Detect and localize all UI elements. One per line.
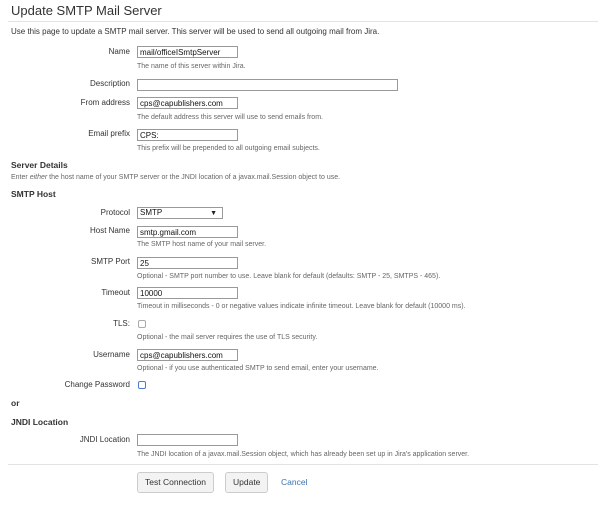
smtp-host-heading: SMTP Host [11, 189, 56, 199]
page-intro: Use this page to update a SMTP mail serv… [11, 27, 380, 36]
server-details-heading: Server Details [11, 160, 68, 170]
smtp-port-input[interactable] [137, 257, 238, 269]
name-label: Name [108, 47, 130, 56]
from-address-label: From address [80, 98, 130, 107]
title-divider [8, 21, 598, 22]
tls-checkbox[interactable] [138, 320, 146, 328]
description-input[interactable] [137, 79, 398, 91]
jndi-location-input[interactable] [137, 434, 238, 446]
email-prefix-description: This prefix will be prepended to all out… [137, 145, 320, 152]
from-address-input[interactable] [137, 97, 238, 109]
username-description: Optional - if you use authenticated SMTP… [137, 365, 379, 372]
tls-description: Optional - the mail server requires the … [137, 334, 318, 341]
protocol-label: Protocol [100, 208, 130, 217]
jndi-location-label: JNDI Location [79, 435, 130, 444]
either-emphasis: either [29, 174, 48, 181]
timeout-input[interactable] [137, 287, 238, 299]
username-input[interactable] [137, 349, 238, 361]
name-description: The name of this server within Jira. [137, 63, 246, 70]
tls-label: TLS: [113, 319, 130, 328]
cancel-link[interactable]: Cancel [281, 472, 307, 493]
protocol-selected-value: SMTP [140, 208, 163, 217]
from-address-description: The default address this server will use… [137, 114, 323, 121]
timeout-description: Timeout in milliseconds - 0 or negative … [137, 303, 466, 310]
or-separator: or [11, 398, 20, 408]
smtp-port-description: Optional - SMTP port number to use. Leav… [137, 273, 441, 280]
description-label: Description [89, 79, 130, 88]
update-button[interactable]: Update [225, 472, 269, 493]
host-name-label: Host Name [89, 226, 130, 235]
email-prefix-input[interactable] [137, 129, 238, 141]
timeout-label: Timeout [101, 288, 130, 297]
page-title: Update SMTP Mail Server [11, 3, 162, 18]
jndi-heading: JNDI Location [11, 417, 69, 427]
update-smtp-page: Update SMTP Mail Server Use this page to… [0, 0, 608, 506]
host-name-input[interactable] [137, 226, 238, 238]
change-password-label: Change Password [64, 380, 130, 389]
footer-divider [8, 464, 598, 465]
protocol-select[interactable]: SMTP ▼ [137, 207, 223, 219]
dropdown-arrow-icon: ▼ [210, 210, 217, 217]
server-details-description: Enter either the host name of your SMTP … [11, 174, 341, 181]
username-label: Username [93, 350, 130, 359]
smtp-port-label: SMTP Port [91, 257, 130, 266]
change-password-checkbox[interactable] [138, 381, 146, 389]
name-input[interactable] [137, 46, 238, 58]
email-prefix-label: Email prefix [88, 129, 130, 138]
jndi-location-description: The JNDI location of a javax.mail.Sessio… [137, 451, 470, 458]
test-connection-button[interactable]: Test Connection [137, 472, 214, 493]
host-name-description: The SMTP host name of your mail server. [137, 241, 267, 248]
